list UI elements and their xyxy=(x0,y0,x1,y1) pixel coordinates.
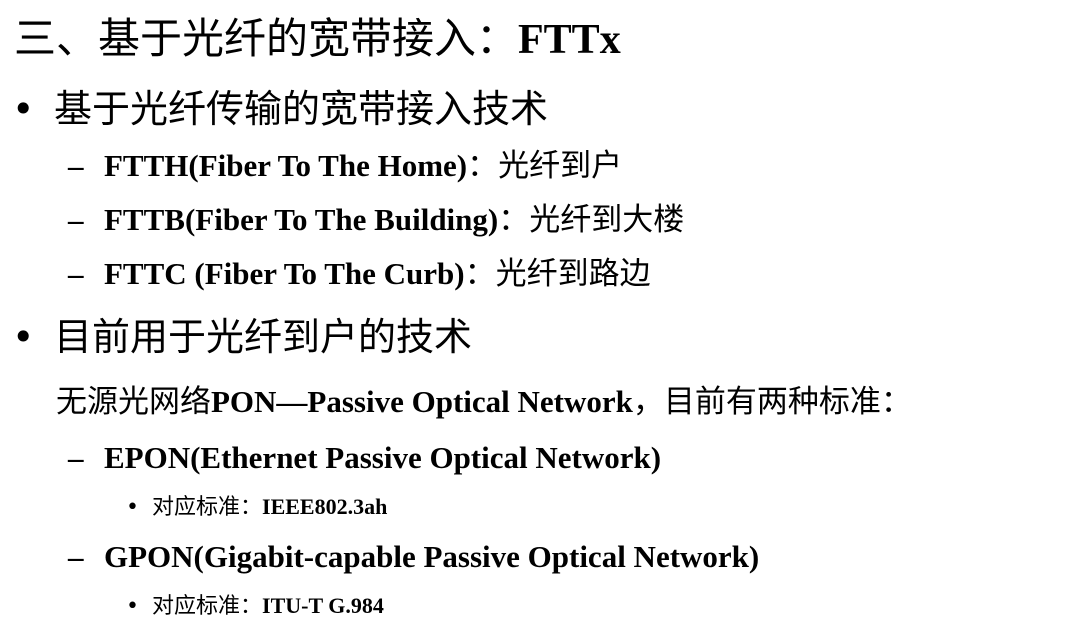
title-en: FTTx xyxy=(518,17,621,63)
standard-value: IEEE802.3ah xyxy=(262,494,388,519)
item-term: FTTH(Fiber To The Home) xyxy=(104,148,468,183)
standard-value: ITU-T G.984 xyxy=(262,593,384,618)
item-meaning: ：光纤到路边 xyxy=(464,256,651,292)
item-meaning: ：光纤到大楼 xyxy=(498,202,685,238)
bullet-mark: • xyxy=(126,594,139,619)
item-term: FTTB(Fiber To The Building) xyxy=(104,202,499,237)
gpon-standard: • 对应标准：ITU-T G.984 xyxy=(126,595,384,618)
title-zh: 三、基于光纤的宽带接入： xyxy=(14,14,519,63)
dash-mark: – xyxy=(68,148,84,183)
list-item-fttb: – FTTB(Fiber To The Building)：光纤到大楼 xyxy=(68,204,684,236)
item-term: GPON(Gigabit-capable Passive Optical Net… xyxy=(104,539,760,574)
item-meaning: ：光纤到户 xyxy=(467,148,623,184)
dash-mark: – xyxy=(68,202,84,237)
dash-mark: – xyxy=(68,539,84,574)
pon-intro-zh1: 无源光网络 xyxy=(56,384,211,420)
bullet-text: 目前用于光纤到户的技术 xyxy=(54,315,473,359)
list-item-epon: – EPON(Ethernet Passive Optical Network) xyxy=(68,442,661,474)
list-item-gpon: – GPON(Gigabit-capable Passive Optical Ne… xyxy=(68,541,759,573)
list-item-ftth: – FTTH(Fiber To The Home)：光纤到户 xyxy=(68,150,622,182)
pon-intro-en: PON—Passive Optical Network xyxy=(211,384,633,419)
pon-intro: 无源光网络PON—Passive Optical Network，目前有两种标准… xyxy=(56,386,912,418)
bullet-ftth-tech: • 目前用于光纤到户的技术 xyxy=(12,318,472,356)
dash-mark: – xyxy=(68,256,84,291)
list-item-fttc: – FTTC (Fiber To The Curb)：光纤到路边 xyxy=(68,258,651,290)
standard-label: 对应标准： xyxy=(152,594,263,619)
epon-standard: • 对应标准：IEEE802.3ah xyxy=(126,496,387,519)
standard-label: 对应标准： xyxy=(152,495,263,520)
bullet-broadband-tech: • 基于光纤传输的宽带接入技术 xyxy=(12,90,548,128)
pon-intro-zh2: ，目前有两种标准： xyxy=(632,384,912,420)
item-term: FTTC (Fiber To The Curb) xyxy=(104,256,465,291)
slide: 三、基于光纤的宽带接入：FTTx • 基于光纤传输的宽带接入技术 – FTTH(Fi… xyxy=(0,0,1087,636)
dash-mark: – xyxy=(68,440,84,475)
bullet-mark: • xyxy=(12,315,35,359)
bullet-text: 基于光纤传输的宽带接入技术 xyxy=(54,87,549,131)
bullet-mark: • xyxy=(126,495,139,520)
item-term: EPON(Ethernet Passive Optical Network) xyxy=(104,440,662,475)
slide-title: 三、基于光纤的宽带接入：FTTx xyxy=(14,17,621,63)
bullet-mark: • xyxy=(12,87,35,131)
